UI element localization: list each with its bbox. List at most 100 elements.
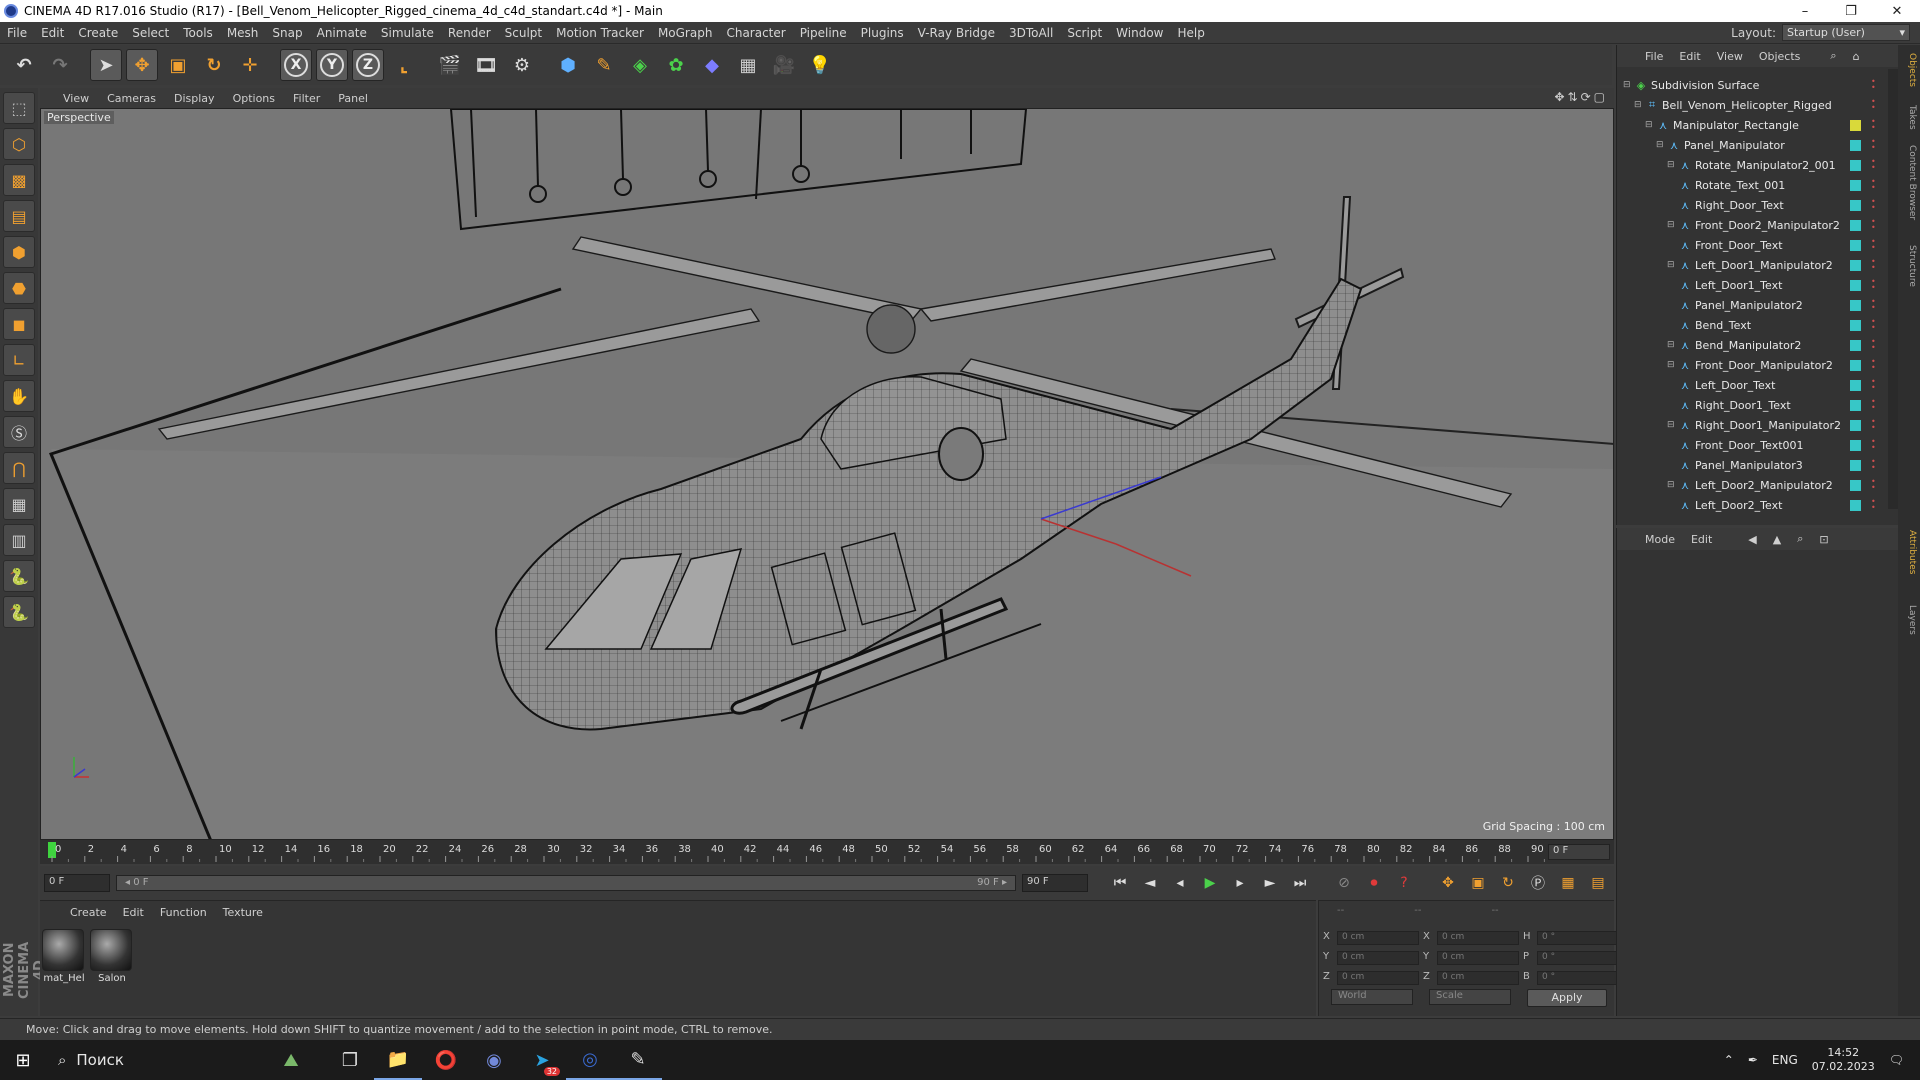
material-swatch[interactable]: Salon xyxy=(90,929,134,984)
key-scale-icon[interactable]: ▣ xyxy=(1466,871,1490,895)
object-tag-icon[interactable] xyxy=(1850,239,1861,251)
menu-help[interactable]: Help xyxy=(1170,26,1211,40)
visibility-dots-icon[interactable]: • • xyxy=(1871,178,1877,192)
texture-mode-icon[interactable]: ▩ xyxy=(3,164,35,196)
snap-icon[interactable]: Ⓢ xyxy=(3,416,35,448)
render-view-icon[interactable]: 🎬 xyxy=(434,49,466,81)
size-x-field[interactable]: 0 cm xyxy=(1437,931,1519,945)
position-y-field[interactable]: 0 cm xyxy=(1337,951,1419,965)
chevron-up-icon[interactable]: ⌃ xyxy=(1724,1053,1734,1067)
pen-input-icon[interactable]: ✒ xyxy=(1748,1053,1758,1067)
object-row[interactable]: ⊟ ⋏ Front_Door_Manipulator2 • • xyxy=(1617,355,1899,375)
object-row[interactable]: ⊟ ⌗ Bell_Venom_Helicopter_Rigged • • xyxy=(1617,95,1899,115)
expand-toggle-icon[interactable]: ⊟ xyxy=(1645,120,1655,130)
position-z-field[interactable]: 0 cm xyxy=(1337,971,1419,985)
camera-object-icon[interactable]: 🎥 xyxy=(768,49,800,81)
paint-app-icon[interactable]: ✎ xyxy=(614,1040,662,1080)
deformer-icon[interactable]: ◆ xyxy=(696,49,728,81)
task-view-icon[interactable]: ❐ xyxy=(326,1040,374,1080)
object-tag-icon[interactable] xyxy=(1850,299,1861,311)
coordinate-system-button[interactable]: ⌞ xyxy=(388,49,420,81)
menu-pipeline[interactable]: Pipeline xyxy=(793,26,854,40)
attributes-menu-mode[interactable]: Mode xyxy=(1637,533,1683,546)
object-tag-icon[interactable] xyxy=(1850,179,1861,191)
record-keys-icon[interactable]: ⊘ xyxy=(1332,871,1356,895)
previous-frame-icon[interactable]: ◂ xyxy=(1168,871,1192,895)
search-icon[interactable]: ⌕ xyxy=(1789,532,1811,546)
menu-snap[interactable]: Snap xyxy=(265,26,309,40)
visibility-dots-icon[interactable]: • • xyxy=(1871,398,1877,412)
key-rotation-icon[interactable]: ↻ xyxy=(1496,871,1520,895)
viewport-menu-panel[interactable]: Panel xyxy=(329,92,377,105)
expand-toggle-icon[interactable]: ⊟ xyxy=(1667,480,1677,490)
objects-menu-file[interactable]: File xyxy=(1637,50,1671,63)
light-object-icon[interactable]: 💡 xyxy=(804,49,836,81)
points-mode-icon[interactable]: ⬢ xyxy=(3,236,35,268)
rotation-h-field[interactable]: 0 ° xyxy=(1537,931,1619,945)
taskbar-search[interactable]: ⌕ Поиск xyxy=(46,1040,256,1080)
menu-animate[interactable]: Animate xyxy=(310,26,374,40)
visibility-dots-icon[interactable]: • • xyxy=(1871,158,1877,172)
material-swatch[interactable]: mat_Hel xyxy=(42,929,86,984)
menu-file[interactable]: File xyxy=(0,26,34,40)
viewport-menu-display[interactable]: Display xyxy=(165,92,224,105)
play-icon[interactable]: ▶ xyxy=(1198,871,1222,895)
visibility-dots-icon[interactable]: • • xyxy=(1871,498,1877,512)
menu-script[interactable]: Script xyxy=(1060,26,1109,40)
home-icon[interactable]: ⌂ xyxy=(1845,50,1868,63)
x-axis-button[interactable]: X xyxy=(280,49,312,81)
render-settings-icon[interactable]: ⚙ xyxy=(506,49,538,81)
up-arrow-icon[interactable]: ▲ xyxy=(1765,533,1789,546)
object-row[interactable]: ⋏ Panel_Manipulator2 • • xyxy=(1617,295,1899,315)
menu-create[interactable]: Create xyxy=(71,26,125,40)
next-key-icon[interactable]: ► xyxy=(1258,871,1282,895)
object-tag-icon[interactable] xyxy=(1850,199,1861,211)
key-position-icon[interactable]: ✥ xyxy=(1436,871,1460,895)
object-scrollbar[interactable] xyxy=(1888,69,1898,509)
timeline-window-icon[interactable]: ▤ xyxy=(1586,871,1610,895)
z-axis-button[interactable]: Z xyxy=(352,49,384,81)
opera-browser-icon[interactable]: ⭕ xyxy=(422,1040,470,1080)
object-tag-icon[interactable] xyxy=(1850,219,1861,231)
menu-vray-bridge[interactable]: V-Ray Bridge xyxy=(911,26,1002,40)
cube-object-icon[interactable]: ⬢ xyxy=(552,49,584,81)
taskbar-clock[interactable]: 14:52 07.02.2023 xyxy=(1812,1046,1875,1074)
size-y-field[interactable]: 0 cm xyxy=(1437,951,1519,965)
tab-layers[interactable]: Layers xyxy=(1901,605,1917,635)
y-axis-button[interactable]: Y xyxy=(316,49,348,81)
tab-structure[interactable]: Structure xyxy=(1901,245,1917,287)
news-widget-icon[interactable]: ⛰ xyxy=(256,1040,326,1080)
python-icon[interactable]: 🐍 xyxy=(3,560,35,592)
floor-object-icon[interactable]: ▦ xyxy=(732,49,764,81)
menu-select[interactable]: Select xyxy=(125,26,176,40)
start-frame-field[interactable]: 0 F xyxy=(44,874,110,892)
back-arrow-icon[interactable]: ◀ xyxy=(1740,533,1764,546)
magnet-icon[interactable]: ⋂ xyxy=(3,452,35,484)
visibility-dots-icon[interactable]: • • xyxy=(1871,118,1877,132)
object-tag-icon[interactable] xyxy=(1850,159,1861,171)
maximize-button[interactable]: ❐ xyxy=(1828,0,1874,22)
coordinate-space-select[interactable]: World xyxy=(1331,989,1413,1005)
edges-mode-icon[interactable]: ⬣ xyxy=(3,272,35,304)
minimize-button[interactable]: – xyxy=(1782,0,1828,22)
visibility-dots-icon[interactable]: • • xyxy=(1871,458,1877,472)
object-tag-icon[interactable] xyxy=(1850,439,1861,451)
tab-content-browser[interactable]: Content Browser xyxy=(1901,145,1917,220)
visibility-dots-icon[interactable]: • • xyxy=(1871,318,1877,332)
object-row[interactable]: ⊟ ⋏ Left_Door1_Manipulator2 • • xyxy=(1617,255,1899,275)
menu-window[interactable]: Window xyxy=(1109,26,1170,40)
object-row[interactable]: ⋏ Bend_Text • • xyxy=(1617,315,1899,335)
visibility-dots-icon[interactable]: • • xyxy=(1871,258,1877,272)
object-row[interactable]: ⋏ Right_Door1_Text • • xyxy=(1617,395,1899,415)
expand-toggle-icon[interactable]: ⊟ xyxy=(1667,220,1677,230)
menu-mesh[interactable]: Mesh xyxy=(220,26,266,40)
array-generator-icon[interactable]: ✿ xyxy=(660,49,692,81)
object-row[interactable]: ⊟ ⋏ Panel_Manipulator • • xyxy=(1617,135,1899,155)
object-row[interactable]: ⊟ ⋏ Right_Door1_Manipulator2 • • xyxy=(1617,415,1899,435)
object-row[interactable]: ⊟ ⋏ Bend_Manipulator2 • • xyxy=(1617,335,1899,355)
visibility-dots-icon[interactable]: • • xyxy=(1871,418,1877,432)
object-tag-icon[interactable] xyxy=(1850,319,1861,331)
menu-mograph[interactable]: MoGraph xyxy=(651,26,720,40)
object-tag-icon[interactable] xyxy=(1850,419,1861,431)
apply-button[interactable]: Apply xyxy=(1527,989,1607,1007)
